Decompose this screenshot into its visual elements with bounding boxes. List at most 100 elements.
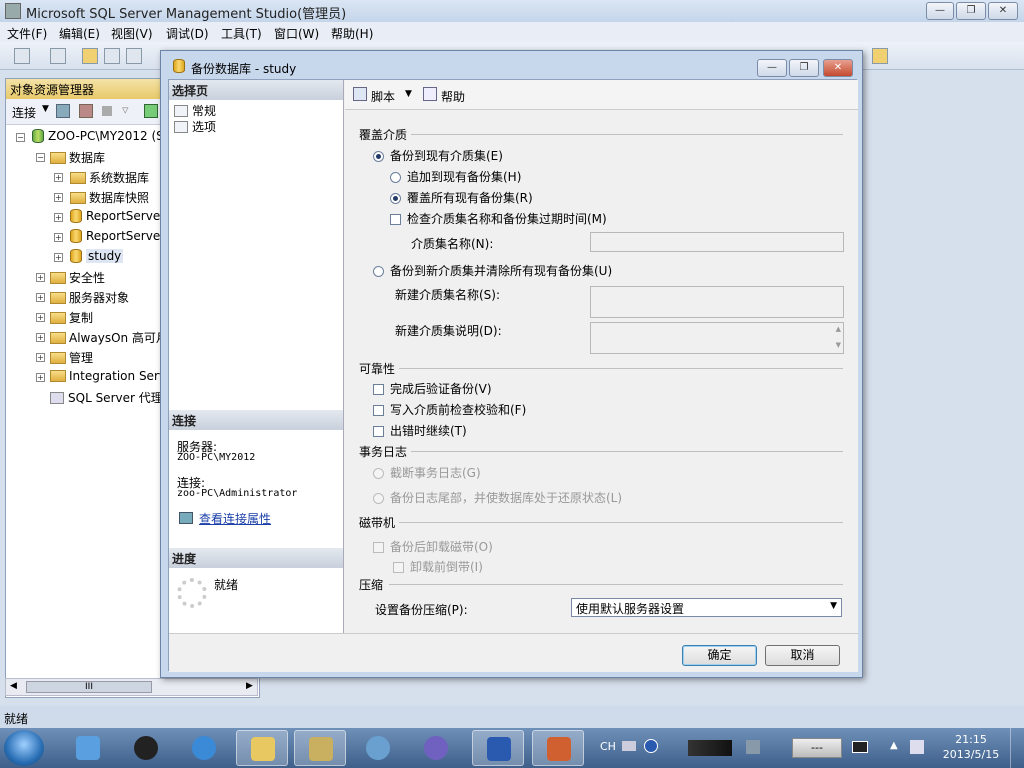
backup-new-media-radio[interactable]: 备份到新介质集并清除所有现有备份集(U) — [373, 262, 612, 279]
disconnect-icon[interactable] — [79, 104, 93, 118]
scroll-up-icon[interactable]: ▲ — [836, 325, 841, 333]
expand-icon[interactable]: + — [54, 233, 63, 242]
menu-tools[interactable]: 工具(T) — [221, 25, 262, 42]
taskbar-clock[interactable]: 21:15 2013/5/15 — [940, 732, 1002, 762]
expand-icon[interactable]: + — [54, 173, 63, 182]
close-button[interactable]: ✕ — [988, 2, 1018, 20]
taskbar-app-infinity[interactable] — [410, 730, 462, 766]
scroll-left-icon[interactable]: ◀ — [10, 681, 17, 691]
expand-icon[interactable]: + — [54, 193, 63, 202]
connect-object-icon[interactable] — [56, 104, 70, 118]
show-desktop-button[interactable] — [1010, 728, 1024, 768]
script-dropdown-icon[interactable]: ▼ — [405, 89, 412, 99]
verify-backup-checkbox[interactable]: 完成后验证备份(V) — [373, 380, 492, 397]
taskbar-app-explorer[interactable] — [236, 730, 288, 766]
dialog-close-button[interactable]: ✕ — [823, 59, 853, 77]
taskbar-app-ssms[interactable] — [294, 730, 346, 766]
taskbar-app-word[interactable] — [472, 730, 524, 766]
expand-icon[interactable]: + — [54, 253, 63, 262]
taskbar-app-powerpoint[interactable] — [532, 730, 584, 766]
help-icon[interactable] — [423, 87, 437, 101]
truncate-log-radio[interactable]: 截断事务日志(G) — [373, 464, 481, 481]
menu-view[interactable]: 视图(V) — [111, 25, 153, 42]
word-icon — [487, 737, 511, 761]
cancel-button[interactable]: 取消 — [765, 645, 840, 666]
network-icon[interactable] — [746, 740, 760, 754]
tree-node-sql-agent[interactable]: SQL Server 代理 — [50, 389, 163, 407]
filter-icon[interactable]: ▿ — [122, 103, 129, 118]
start-button[interactable] — [4, 730, 44, 766]
open-folder-icon[interactable] — [82, 48, 98, 64]
option-label: 备份到现有介质集(E) — [390, 149, 503, 163]
menu-debug[interactable]: 调试(D) — [166, 25, 209, 42]
compression-select[interactable]: 使用默认服务器设置 ▼ — [571, 598, 842, 617]
group-divider — [411, 451, 843, 452]
backup-tail-log-radio[interactable]: 备份日志尾部，并使数据库处于还原状态(L) — [373, 489, 622, 506]
language-indicator[interactable]: CH — [600, 740, 616, 753]
expand-icon[interactable]: + — [36, 293, 45, 302]
view-connection-properties-link[interactable]: 查看连接属性 — [199, 510, 271, 527]
collapse-icon[interactable]: − — [16, 133, 25, 142]
expand-icon[interactable]: + — [36, 273, 45, 282]
menu-edit[interactable]: 编辑(E) — [59, 25, 100, 42]
dialog-titlebar[interactable]: 备份数据库 - study — ❐ ✕ — [161, 51, 862, 79]
show-hidden-icons[interactable]: ▲ — [890, 740, 898, 751]
ime-help-icon[interactable] — [644, 739, 658, 753]
checkbox-icon — [373, 542, 384, 553]
expand-icon[interactable]: + — [54, 213, 63, 222]
toolbar-folder-icon[interactable] — [872, 48, 888, 64]
new-project-icon[interactable] — [50, 48, 66, 64]
script-button[interactable]: 脚本 — [371, 88, 395, 105]
expand-icon[interactable]: + — [36, 353, 45, 362]
overwrite-all-backup-sets-radio[interactable]: 覆盖所有现有备份集(R) — [390, 189, 533, 206]
dialog-minimize-button[interactable]: — — [757, 59, 787, 77]
volume-icon[interactable] — [910, 740, 924, 754]
taskbar-app-ie[interactable] — [178, 730, 230, 766]
expand-icon[interactable]: + — [36, 373, 45, 382]
page-item-options[interactable]: 选项 — [174, 118, 216, 135]
ok-button[interactable]: 确定 — [682, 645, 757, 666]
taskbar-app-qq[interactable] — [120, 730, 172, 766]
maximize-button[interactable]: ❐ — [956, 2, 986, 20]
collapse-icon[interactable]: − — [36, 153, 45, 162]
connect-button[interactable]: 连接 — [12, 104, 36, 121]
menu-help[interactable]: 帮助(H) — [331, 25, 373, 42]
tree-label: 安全性 — [69, 271, 106, 285]
script-icon[interactable] — [353, 87, 367, 101]
scroll-right-icon[interactable]: ▶ — [246, 681, 253, 691]
menu-window[interactable]: 窗口(W) — [274, 25, 319, 42]
save-icon[interactable] — [104, 48, 120, 64]
chevron-down-icon[interactable]: ▼ — [830, 601, 837, 611]
page-icon — [174, 121, 188, 133]
help-button[interactable]: 帮助 — [441, 88, 465, 105]
scroll-thumb[interactable]: III — [26, 681, 152, 693]
checksum-checkbox[interactable]: 写入介质前检查校验和(F) — [373, 401, 526, 418]
object-explorer-hscrollbar[interactable]: ◀ III ▶ — [5, 678, 258, 696]
battery-icon[interactable] — [852, 741, 868, 753]
backup-existing-media-radio[interactable]: 备份到现有介质集(E) — [373, 147, 503, 164]
append-backup-set-radio[interactable]: 追加到现有备份集(H) — [390, 168, 521, 185]
expand-icon[interactable]: + — [36, 333, 45, 342]
keyboard-icon[interactable] — [622, 741, 636, 751]
unload-tape-checkbox[interactable]: 备份后卸载磁带(O) — [373, 538, 493, 555]
new-media-set-desc-input[interactable]: ▲ ▼ — [590, 322, 844, 354]
taskbar-app-globe[interactable] — [352, 730, 404, 766]
rewind-tape-checkbox[interactable]: 卸载前倒带(I) — [393, 558, 483, 575]
new-query-icon[interactable] — [14, 48, 30, 64]
media-set-name-input[interactable] — [590, 232, 844, 252]
dialog-maximize-button[interactable]: ❐ — [789, 59, 819, 77]
scroll-down-icon[interactable]: ▼ — [836, 341, 841, 349]
minimize-button[interactable]: — — [926, 2, 954, 20]
connect-dropdown-icon[interactable]: ▼ — [42, 104, 49, 114]
page-item-general[interactable]: 常规 — [174, 102, 216, 119]
taskbar-app-bird[interactable] — [62, 730, 114, 766]
progress-header: 进度 — [169, 548, 343, 568]
save-all-icon[interactable] — [126, 48, 142, 64]
new-media-set-name-input[interactable] — [590, 286, 844, 318]
refresh-icon[interactable] — [144, 104, 158, 118]
check-media-set-checkbox[interactable]: 检查介质集名称和备份集过期时间(M) — [390, 210, 607, 227]
stop-icon[interactable] — [102, 106, 112, 116]
expand-icon[interactable]: + — [36, 313, 45, 322]
continue-on-error-checkbox[interactable]: 出错时继续(T) — [373, 422, 467, 439]
menu-file[interactable]: 文件(F) — [7, 25, 47, 42]
